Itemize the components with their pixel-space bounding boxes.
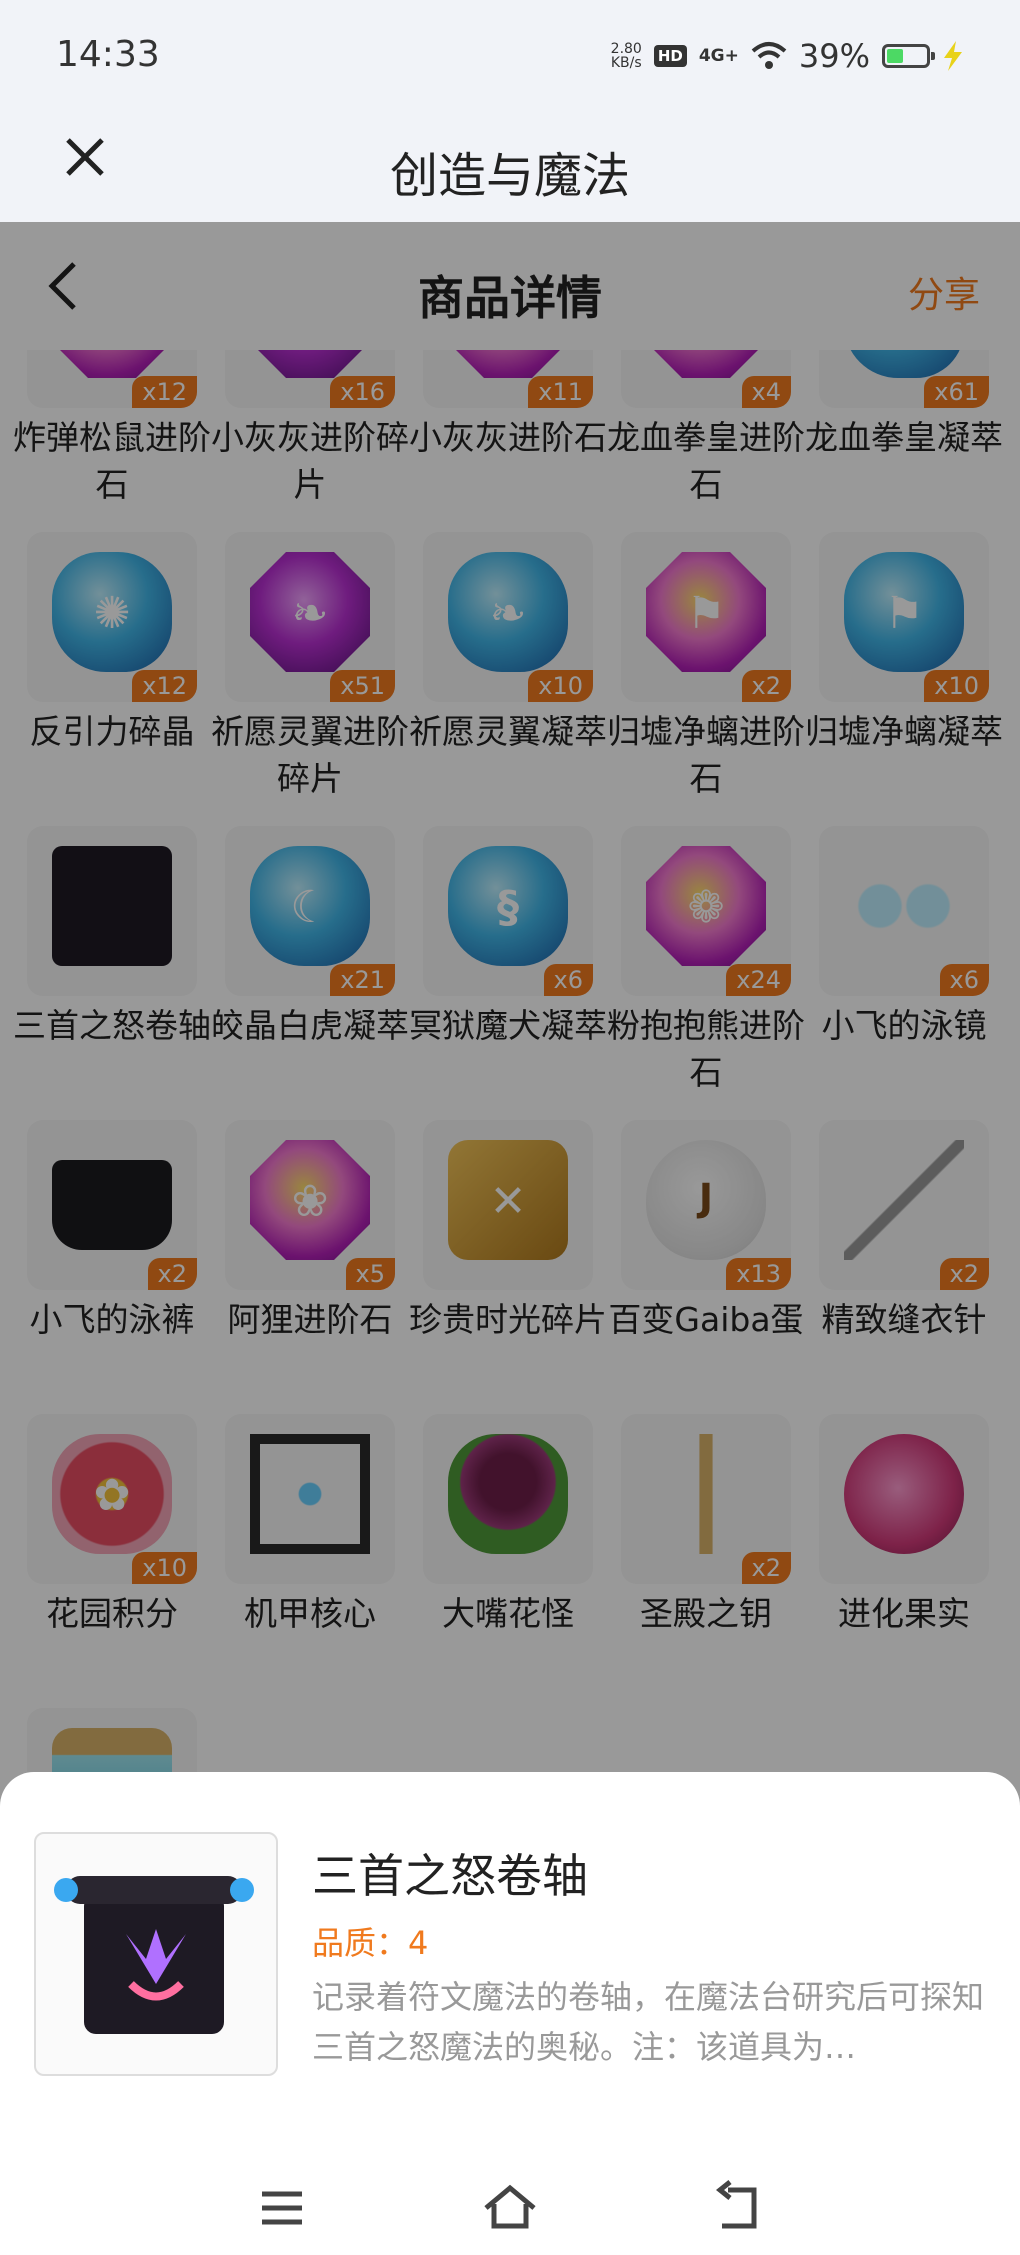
network-speed-unit: KB/s [610,55,642,71]
signal-icon: 4G+ [698,46,739,66]
battery-percent: 39% [798,37,870,75]
detail-name: 三首之怒卷轴 [312,1849,588,1903]
detail-image [34,1832,278,2076]
battery-icon [882,44,935,68]
app-header: 创造与魔法 [0,110,1020,222]
battery-level-fill [887,49,903,63]
charging-icon [944,41,962,71]
wifi-icon [751,42,787,69]
scroll-icon [54,1876,254,2034]
detail-quality: 品质：4 [312,1924,429,1962]
status-icons: 2.80 KB/s HD 4G+ 39% [611,34,964,78]
back-nav-icon[interactable] [708,2178,768,2238]
home-icon[interactable] [480,2178,540,2238]
status-bar: 14:33 2.80 KB/s HD 4G+ 39% [0,0,1020,110]
system-nav-bar [0,2150,1020,2255]
network-speed-value: 2.80 [610,41,642,57]
detail-description: 记录着符文魔法的卷轴，在魔法台研究后可探知三首之怒魔法的奥秘。注：该道具为… [312,1978,985,2066]
hd-icon: HD [653,45,687,67]
status-time: 14:33 [56,34,160,75]
menu-icon[interactable] [252,2178,312,2238]
app-title: 创造与魔法 [389,148,630,204]
network-speed: 2.80 KB/s [611,42,642,70]
